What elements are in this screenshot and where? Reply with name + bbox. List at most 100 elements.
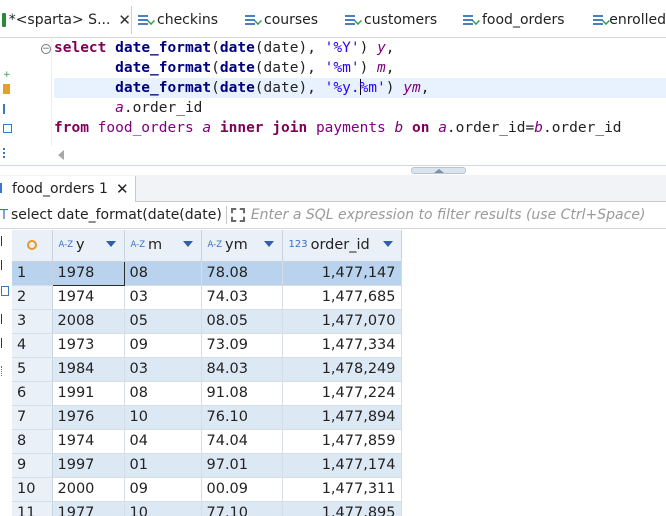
column-header-order-id[interactable]: 123 order_id [282, 230, 402, 262]
table-row[interactable]: 10 2000 09 00.09 1,477,311 [12, 477, 402, 502]
format-icon[interactable] [3, 148, 10, 158]
column-header-ym[interactable]: A-Z ym [201, 230, 283, 262]
table-row[interactable]: 11 1977 10 77.10 1,477,895 [12, 501, 402, 516]
row-number[interactable]: 7 [12, 405, 53, 430]
cell-y[interactable]: 1984 [52, 357, 125, 382]
tab-checkins[interactable]: checkins [138, 9, 218, 31]
scroll-left-icon[interactable] [58, 150, 64, 160]
row-number[interactable]: 3 [12, 309, 53, 334]
add-icon[interactable]: + [3, 70, 11, 80]
cell-order-id[interactable]: 1,477,334 [282, 333, 402, 358]
cell-order-id[interactable]: 1,477,859 [282, 429, 402, 454]
cell-order-id[interactable]: 1,477,147 [282, 261, 402, 286]
sort-icon[interactable] [263, 241, 274, 247]
panels-icon[interactable] [1, 314, 9, 324]
cell-ym[interactable]: 84.03 [201, 357, 283, 382]
cell-order-id[interactable]: 1,477,894 [282, 405, 402, 430]
sort-icon[interactable] [105, 241, 116, 247]
cell-y[interactable]: 1974 [52, 429, 125, 454]
fold-toggle-icon[interactable]: − [41, 44, 51, 54]
cell-y[interactable]: 1973 [52, 333, 125, 358]
cell-m[interactable]: 04 [124, 429, 202, 454]
cell-order-id[interactable]: 1,477,174 [282, 453, 402, 478]
cell-ym[interactable]: 74.03 [201, 285, 283, 310]
results-grid[interactable]: A-Z y A-Z m A-Z ym 123 order_id 1 1978 08 78… [12, 230, 666, 516]
cell-m[interactable]: 01 [124, 453, 202, 478]
table-row[interactable]: 3 2008 05 08.05 1,477,070 [12, 309, 402, 334]
cell-m[interactable]: 10 [124, 405, 202, 430]
cell-order-id[interactable]: 1,477,685 [282, 285, 402, 310]
sort-icon[interactable] [382, 241, 393, 247]
horizontal-scrollbar[interactable] [54, 146, 666, 164]
row-number[interactable]: 6 [12, 381, 53, 406]
grid-view-icon[interactable] [1, 236, 9, 246]
splitter-toggle-icon[interactable] [411, 167, 466, 174]
cell-order-id[interactable]: 1,477,070 [282, 309, 402, 334]
close-icon[interactable]: ✕ [118, 11, 131, 29]
column-header-m[interactable]: A-Z m [124, 230, 202, 262]
row-number[interactable]: 1 [12, 261, 53, 286]
tab-results[interactable]: food_orders 1 ✕ [0, 176, 136, 202]
grid-icon[interactable] [3, 124, 12, 133]
tab-customers[interactable]: customers [345, 9, 437, 31]
cell-ym[interactable]: 91.08 [201, 381, 283, 406]
table-row[interactable]: 5 1984 03 84.03 1,478,249 [12, 357, 402, 382]
cell-order-id[interactable]: 1,478,249 [282, 357, 402, 382]
sql-editor[interactable]: select date_format(date(date), '%Y') y, … [54, 38, 666, 148]
explain-icon[interactable] [3, 104, 10, 114]
tab-food-orders[interactable]: food_orders [463, 9, 565, 31]
row-number[interactable]: 8 [12, 429, 53, 454]
select-all-cell[interactable] [12, 230, 53, 262]
tab-sql-script[interactable]: *<sparta> S... ✕ [0, 6, 132, 34]
cell-m[interactable]: 08 [124, 261, 202, 286]
filter-settings-icon[interactable] [1, 338, 9, 348]
cell-y[interactable]: 2008 [52, 309, 125, 334]
execute-icon[interactable] [3, 84, 10, 94]
filter-expression-icon[interactable] [230, 208, 245, 222]
record-view-icon[interactable] [1, 286, 9, 296]
close-icon[interactable]: ✕ [116, 180, 129, 198]
cell-ym[interactable]: 73.09 [201, 333, 283, 358]
cell-y[interactable]: 1976 [52, 405, 125, 430]
table-row[interactable]: 4 1973 09 73.09 1,477,334 [12, 333, 402, 358]
table-row[interactable]: 7 1976 10 76.10 1,477,894 [12, 405, 402, 430]
cell-m[interactable]: 09 [124, 333, 202, 358]
table-row[interactable]: 2 1974 03 74.03 1,477,685 [12, 285, 402, 310]
row-number[interactable]: 2 [12, 285, 53, 310]
cell-y[interactable]: 1978 [51, 260, 125, 286]
cell-m[interactable]: 10 [124, 501, 202, 516]
cell-y[interactable]: 1991 [52, 381, 125, 406]
cell-ym[interactable]: 74.04 [201, 429, 283, 454]
cell-y[interactable]: 2000 [52, 477, 125, 502]
row-number[interactable]: 9 [12, 453, 53, 478]
cell-order-id[interactable]: 1,477,895 [282, 501, 402, 516]
tab-courses[interactable]: courses [245, 9, 318, 31]
table-row[interactable]: 6 1991 08 91.08 1,477,224 [12, 381, 402, 406]
row-number[interactable]: 4 [12, 333, 53, 358]
cell-y[interactable]: 1977 [52, 501, 125, 516]
refresh-icon[interactable] [1, 366, 9, 376]
table-row[interactable]: 1 1978 08 78.08 1,477,147 [12, 260, 402, 286]
cell-m[interactable]: 03 [124, 357, 202, 382]
table-row[interactable]: 9 1997 01 97.01 1,477,174 [12, 453, 402, 478]
cell-ym[interactable]: 76.10 [201, 405, 283, 430]
cell-order-id[interactable]: 1,477,311 [282, 477, 402, 502]
cell-y[interactable]: 1974 [52, 285, 125, 310]
table-row[interactable]: 8 1974 04 74.04 1,477,859 [12, 429, 402, 454]
cell-order-id[interactable]: 1,477,224 [282, 381, 402, 406]
cell-ym[interactable]: 97.01 [201, 453, 283, 478]
filter-input[interactable]: Enter a SQL expression to filter results… [251, 207, 646, 223]
column-header-y[interactable]: A-Z y [52, 230, 125, 262]
cell-ym[interactable]: 08.05 [201, 309, 283, 334]
row-number[interactable]: 10 [12, 477, 53, 502]
text-view-icon[interactable] [1, 260, 9, 270]
cell-m[interactable]: 03 [124, 285, 202, 310]
cell-m[interactable]: 08 [124, 381, 202, 406]
panel-splitter[interactable] [0, 165, 666, 175]
row-number[interactable]: 5 [12, 357, 53, 382]
cell-m[interactable]: 09 [124, 477, 202, 502]
cell-ym[interactable]: 78.08 [201, 261, 283, 286]
cell-ym[interactable]: 77.10 [201, 501, 283, 516]
cell-ym[interactable]: 00.09 [201, 477, 283, 502]
row-number[interactable]: 11 [12, 501, 53, 516]
